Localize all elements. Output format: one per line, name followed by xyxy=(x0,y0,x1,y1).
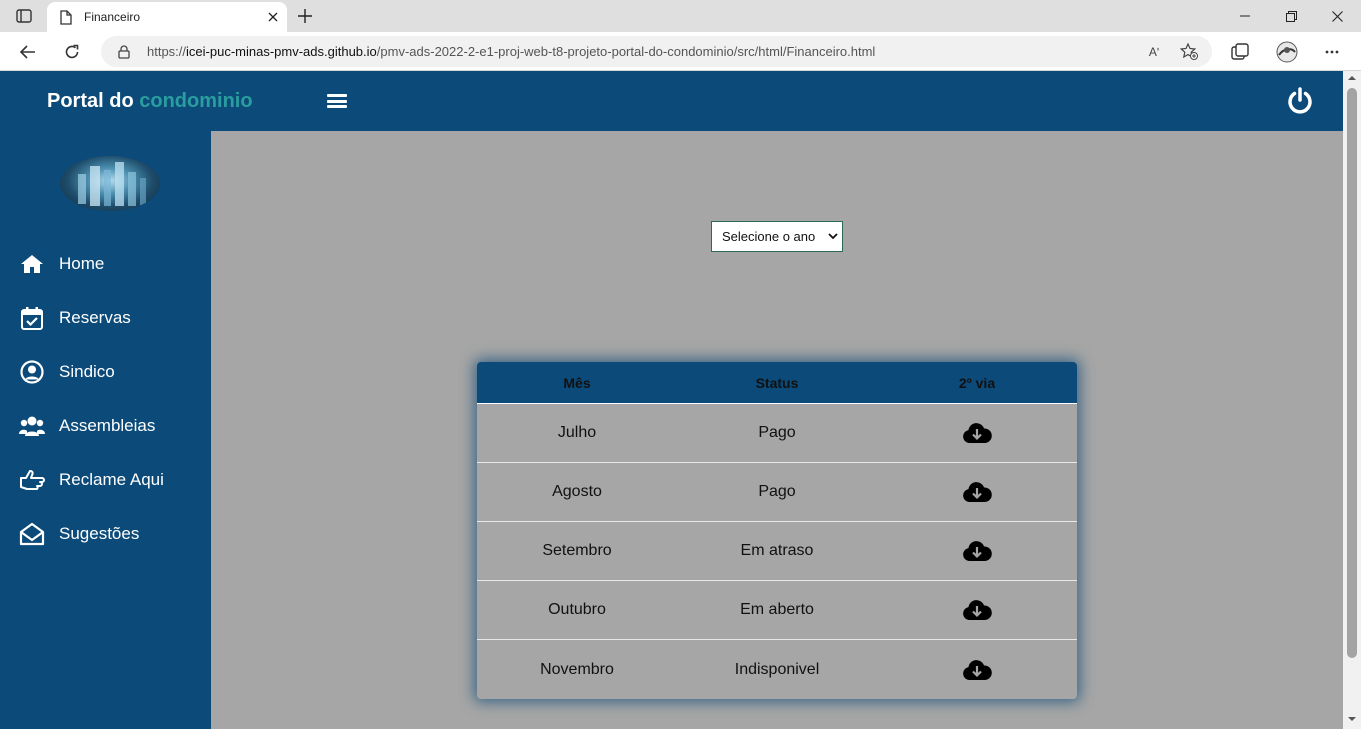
envelope-open-icon xyxy=(19,521,45,547)
cell-status: Pago xyxy=(758,483,796,500)
cloud-download-icon[interactable] xyxy=(877,540,1077,562)
sidebar-item-label: Home xyxy=(59,254,105,273)
cell-status: Pago xyxy=(758,424,796,441)
cloud-download-icon[interactable] xyxy=(877,599,1077,621)
read-aloud-icon[interactable]: Aʹ xyxy=(1139,36,1169,67)
top-header: Portal do condominio xyxy=(0,71,1343,131)
profile-icon[interactable] xyxy=(1271,37,1303,67)
cell-mes: Novembro xyxy=(540,660,614,678)
home-icon xyxy=(19,251,45,277)
table-row: Setembro Em atraso xyxy=(477,522,1077,581)
hand-point-icon xyxy=(19,467,45,493)
table-row: Novembro Indisponivel xyxy=(477,640,1077,699)
scrollbar-thumb[interactable] xyxy=(1347,88,1357,658)
year-select-value: Selecione o ano xyxy=(722,229,816,244)
url-prefix: https:// xyxy=(147,44,187,59)
cell-status: Em atraso xyxy=(740,542,814,559)
more-options-icon[interactable] xyxy=(1316,37,1348,67)
brand-main: Portal do xyxy=(47,90,140,112)
main-content: Selecione o ano Mês Status 2º via Julho … xyxy=(211,131,1343,729)
minimize-icon[interactable] xyxy=(1222,0,1268,32)
scroll-down-icon[interactable] xyxy=(1347,714,1357,724)
favorite-add-icon[interactable] xyxy=(1174,36,1204,67)
sidebar-item-sindico[interactable]: Sindico xyxy=(0,352,211,392)
sidebar-item-home[interactable]: Home xyxy=(0,244,211,284)
billing-table: Mês Status 2º via Julho Pago Agosto Pago… xyxy=(477,362,1077,699)
sidebar-item-label: Sugestões xyxy=(59,524,140,543)
url-host: icei-puc-minas-pmv-ads.github.io xyxy=(186,44,377,59)
calendar-check-icon xyxy=(19,305,45,331)
power-logout-icon[interactable] xyxy=(1284,85,1316,117)
url-path: /pmv-ads-2022-2-e1-proj-web-t8-projeto-p… xyxy=(376,44,876,59)
browser-tab-active[interactable]: Financeiro xyxy=(47,2,287,32)
menu-toggle-icon[interactable] xyxy=(326,91,348,111)
cloud-download-icon[interactable] xyxy=(877,481,1077,503)
refresh-icon[interactable] xyxy=(57,37,87,67)
browser-address-bar: https://icei-puc-minas-pmv-ads.github.io… xyxy=(0,32,1361,71)
user-circle-icon xyxy=(19,359,45,385)
sidebar-item-label: Assembleias xyxy=(59,416,156,435)
collections-icon[interactable] xyxy=(1224,37,1256,67)
year-select[interactable]: Selecione o ano xyxy=(711,221,843,252)
restore-icon[interactable] xyxy=(1268,0,1314,32)
table-row: Outubro Em aberto xyxy=(477,581,1077,640)
sidebar-item-label: Sindico xyxy=(59,362,115,381)
cell-mes: Agosto xyxy=(552,483,602,500)
scroll-up-icon[interactable] xyxy=(1347,73,1357,83)
lock-icon[interactable] xyxy=(118,44,132,59)
avatar xyxy=(60,156,160,211)
new-tab-icon[interactable] xyxy=(291,4,319,28)
tab-actions-icon[interactable] xyxy=(10,6,38,26)
column-header-mes: Mês xyxy=(563,374,591,391)
page-scrollbar[interactable] xyxy=(1343,71,1361,729)
brand-logo[interactable]: Portal do condominio xyxy=(47,90,253,113)
column-header-segunda-via: 2º via xyxy=(958,374,996,391)
sidebar-item-reclame-aqui[interactable]: Reclame Aqui xyxy=(0,460,211,500)
close-window-icon[interactable] xyxy=(1314,0,1360,32)
cell-status: Em aberto xyxy=(740,601,814,618)
sidebar-item-assembleias[interactable]: Assembleias xyxy=(0,406,211,446)
column-header-status: Status xyxy=(755,374,799,391)
cell-mes: Outubro xyxy=(548,601,606,618)
page-content: Portal do condominio Home Reservas Sindi… xyxy=(0,71,1343,729)
sidebar: Home Reservas Sindico Assembleias Reclam… xyxy=(0,131,211,729)
chevron-down-icon xyxy=(828,233,838,240)
sidebar-item-label: Reservas xyxy=(59,308,131,327)
cell-mes: Setembro xyxy=(542,542,612,559)
cloud-download-icon[interactable] xyxy=(877,422,1077,444)
cloud-download-icon[interactable] xyxy=(877,659,1077,681)
table-header: Mês Status 2º via xyxy=(477,362,1077,404)
users-icon xyxy=(19,413,45,439)
close-tab-icon[interactable] xyxy=(259,3,287,31)
url-field[interactable]: https://icei-puc-minas-pmv-ads.github.io… xyxy=(101,36,1212,67)
sidebar-item-sugestoes[interactable]: Sugestões xyxy=(0,514,211,554)
brand-accent: condominio xyxy=(139,90,253,112)
sidebar-item-reservas[interactable]: Reservas xyxy=(0,298,211,338)
cell-mes: Julho xyxy=(557,424,597,441)
cell-status: Indisponivel xyxy=(734,660,820,678)
page-icon xyxy=(59,9,73,25)
back-icon[interactable] xyxy=(13,37,43,67)
tab-title: Financeiro xyxy=(84,10,141,24)
sidebar-item-label: Reclame Aqui xyxy=(59,470,164,489)
table-row: Agosto Pago xyxy=(477,463,1077,522)
browser-tab-bar: Financeiro xyxy=(0,0,1361,32)
url-text: https://icei-puc-minas-pmv-ads.github.io… xyxy=(147,44,875,59)
table-row: Julho Pago xyxy=(477,404,1077,463)
